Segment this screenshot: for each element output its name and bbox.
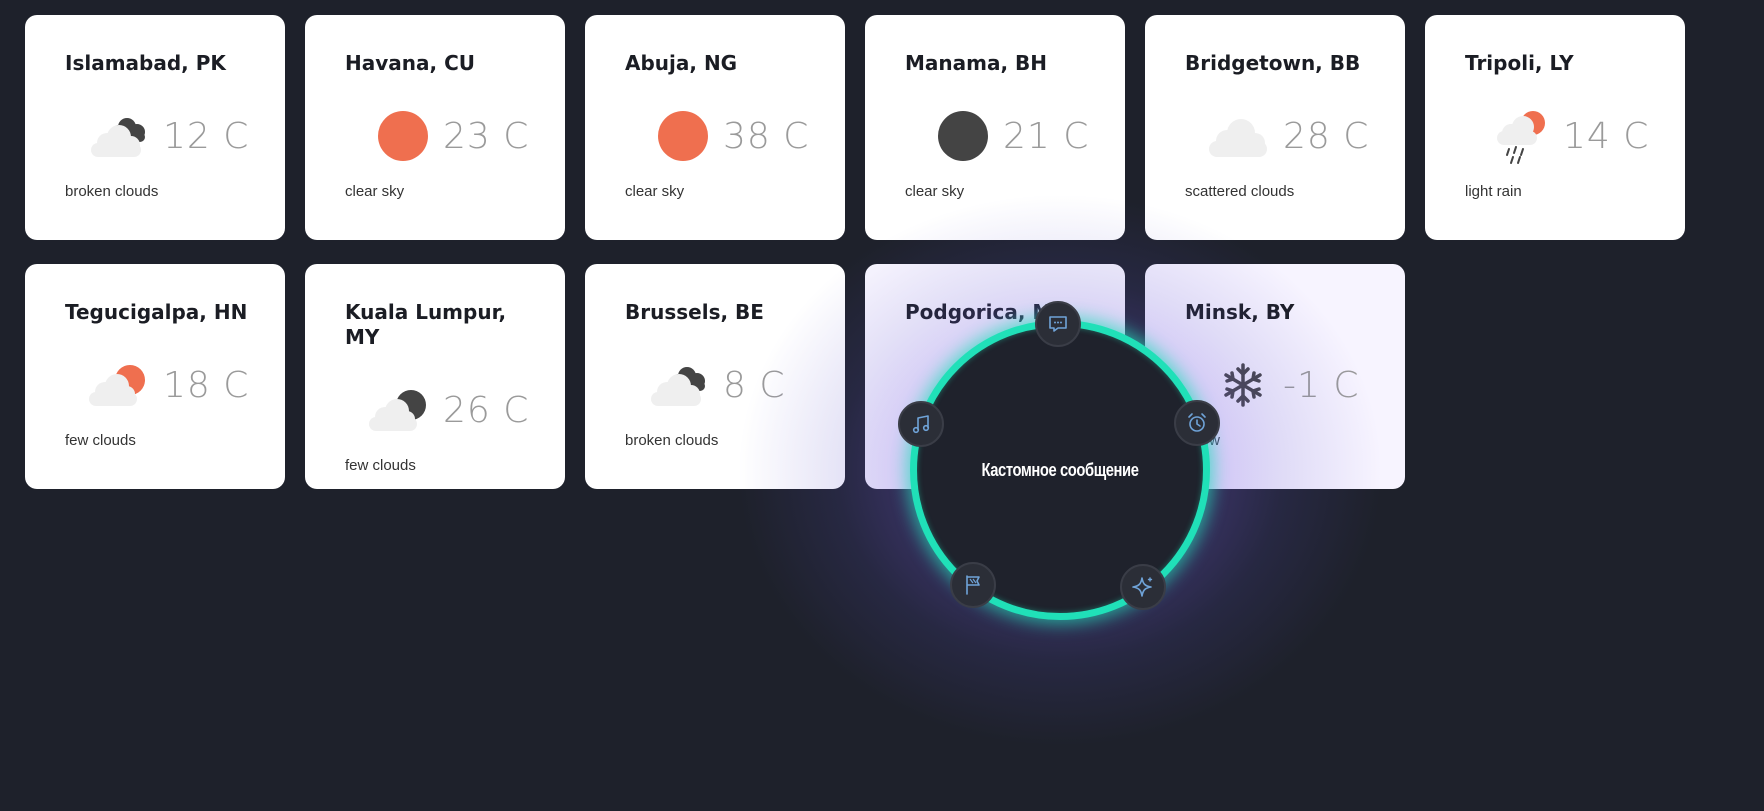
card-temperature: 38 C (723, 115, 810, 157)
card-city: Abuja, NG (625, 51, 738, 75)
card-city: Minsk, BY (1185, 300, 1295, 324)
card-temperature: 23 C (443, 115, 530, 157)
few-clouds-night-icon (369, 390, 426, 431)
sun-icon (658, 111, 708, 161)
weather-card[interactable]: Manama, BH 21 C clear sky (865, 15, 1125, 240)
card-description: clear sky (625, 183, 685, 200)
weather-card[interactable]: Islamabad, PK 12 C broken clouds (25, 15, 285, 240)
weather-card[interactable]: Tripoli, LY 14 C light rain (1425, 15, 1685, 240)
sparkle-icon (1132, 577, 1153, 597)
weather-card[interactable]: Brussels, BE 8 C broken clouds (585, 264, 845, 489)
card-description: few clouds (345, 457, 416, 474)
card-description: light rain (1465, 183, 1522, 200)
message-icon (1049, 316, 1067, 332)
card-city: Bridgetown, BB (1185, 51, 1361, 75)
cloud-icon (1209, 119, 1267, 157)
card-temperature: 8 C (723, 364, 786, 406)
weather-dashboard: Islamabad, PK 12 C broken clouds Havana,… (0, 0, 1764, 811)
card-temperature: 12 C (163, 115, 250, 157)
weather-card[interactable]: Bridgetown, BB 28 C scattered clouds (1145, 15, 1405, 240)
sun-icon (378, 111, 428, 161)
card-description: clear sky (905, 183, 965, 200)
card-city: Tripoli, LY (1465, 51, 1574, 75)
card-description: scattered clouds (1185, 183, 1295, 200)
card-description: broken clouds (65, 183, 159, 200)
weather-card[interactable]: Havana, CU 23 C clear sky (305, 15, 565, 240)
card-temperature: 18 C (163, 364, 250, 406)
card-city: Manama, BH (905, 51, 1048, 75)
alarm-button[interactable] (1174, 400, 1220, 446)
card-description: clear sky (345, 183, 405, 200)
card-city: Islamabad, PK (65, 51, 226, 75)
music-button[interactable] (898, 401, 944, 447)
card-temperature: 28 C (1283, 115, 1370, 157)
music-note-icon (912, 415, 930, 434)
weather-card[interactable]: Abuja, NG 38 C clear sky (585, 15, 845, 240)
card-temperature: -1 C (1283, 364, 1360, 406)
card-city: Tegucigalpa, HN (65, 300, 248, 324)
card-temperature: 26 C (443, 389, 530, 431)
rain-sun-icon (1497, 111, 1545, 164)
flag-button[interactable] (950, 562, 996, 608)
flag-icon (966, 575, 980, 595)
snowflake-icon (1224, 363, 1262, 407)
broken-clouds-icon (651, 367, 705, 406)
few-clouds-day-icon (89, 365, 145, 406)
card-temperature: 14 C (1563, 115, 1650, 157)
moon-icon (938, 111, 988, 161)
card-description: broken clouds (625, 432, 719, 449)
message-button[interactable] (1035, 301, 1081, 347)
card-city: Havana, CU (345, 51, 475, 75)
broken-clouds-icon (91, 118, 145, 157)
weather-card[interactable]: Tegucigalpa, HN 18 C few clouds (25, 264, 285, 489)
card-description: few clouds (65, 432, 136, 449)
card-temperature: 21 C (1003, 115, 1090, 157)
sparkle-button[interactable] (1120, 564, 1166, 610)
weather-card[interactable]: Kuala Lumpur, MY 26 C few clouds (305, 264, 565, 489)
alarm-clock-icon (1188, 413, 1206, 432)
card-city: Brussels, BE (625, 300, 764, 324)
card-city: Kuala Lumpur, MY (345, 300, 507, 349)
